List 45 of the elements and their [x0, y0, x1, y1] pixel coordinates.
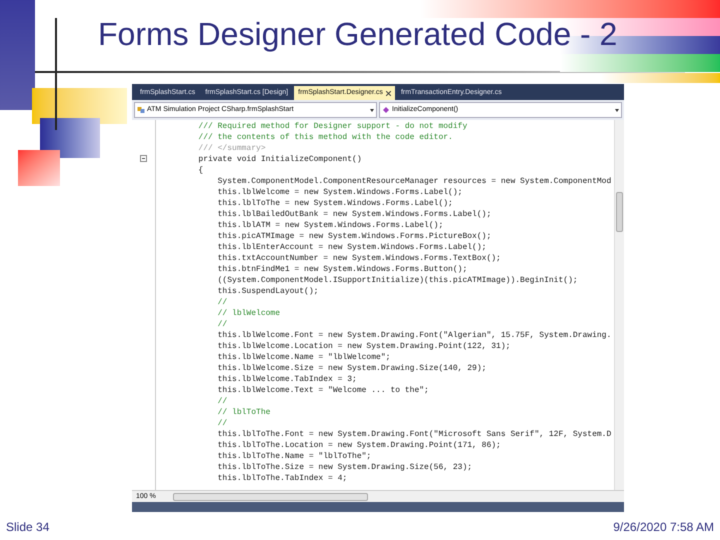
code-line: this.picATMImage = new System.Windows.Forms.PictureBox();	[216, 231, 492, 242]
scrollbar-thumb[interactable]	[616, 192, 623, 232]
slide-date: 9/26/2020 7:58 AM	[613, 519, 714, 536]
code-line: this.lblToThe = new System.Windows.Forms.Label();	[216, 198, 454, 209]
vertical-scrollbar[interactable]	[614, 120, 624, 490]
code-line: this.lblWelcome.Size = new System.Drawing.Size(140, 29);	[216, 363, 488, 374]
code-line: //	[216, 396, 228, 407]
code-line: this.lblWelcome = new System.Windows.Forms.Label();	[216, 187, 464, 198]
code-line: // lblWelcome	[216, 308, 282, 319]
dropdown-arrow-icon	[615, 108, 619, 112]
code-line: // lblToThe	[216, 407, 272, 418]
code-line: ((System.ComponentModel.ISupportInitialize)(this.picATMImage)).BeginInit();	[216, 275, 579, 286]
code-line: {	[197, 165, 204, 176]
code-line: this.lblWelcome.Font = new System.Drawing.Font("Algerian", 15.75F, System.Drawing.	[216, 330, 612, 341]
code-line: this.lblWelcome.Location = new System.Drawing.Point(122, 31);	[216, 341, 512, 352]
code-line: this.lblToThe.Font = new System.Drawing.Font("Microsoft Sans Serif", 12F, System.D	[216, 429, 612, 440]
code-line: this.lblWelcome.TabIndex = 3;	[216, 374, 358, 385]
horizontal-scrollbar-thumb[interactable]	[172, 492, 368, 500]
code-line: this.lblToThe.Name = "lblToThe";	[216, 451, 372, 462]
code-line: /// Required method for Designer support - do not modify	[197, 121, 468, 132]
code-line: System.ComponentModel.ComponentResourceManager resources = new System.ComponentMod	[216, 176, 612, 187]
code-line: this.lblToThe.Location = new System.Drawing.Point(171, 86);	[216, 440, 502, 451]
code-line: this.SuspendLayout();	[216, 286, 320, 297]
code-line: //	[216, 297, 228, 308]
code-line: this.lblToThe.Size = new System.Drawing.Size(56, 23);	[216, 462, 474, 473]
code-line: this.lblWelcome.Name = "lblWelcome";	[216, 352, 392, 363]
code-line: //	[216, 319, 228, 330]
code-line: this.lblATM = new System.Windows.Forms.Label();	[216, 220, 444, 231]
code-line: /// the contents of this method with the code editor.	[197, 132, 454, 143]
code-line: /// </summary>	[197, 143, 267, 154]
class-icon	[137, 106, 145, 114]
code-line: this.lblBailedOutBank = new System.Windows.Forms.Label();	[216, 209, 492, 220]
code-line: this.btnFindMe1 = new System.Windows.Forms.Button();	[216, 264, 468, 275]
slide-title: Forms Designer Generated Code - 2	[98, 15, 618, 54]
close-icon[interactable]	[386, 90, 391, 96]
code-line: private void InitializeComponent()	[197, 154, 363, 165]
code-line: this.txtAccountNumber = new System.Windows.Forms.TextBox();	[216, 253, 502, 264]
code-line: //	[216, 418, 228, 429]
method-icon	[382, 106, 390, 114]
code-line: this.lblWelcome.Text = "Welcome ... to the";	[216, 385, 430, 396]
code-line: this.lblEnterAccount = new System.Windows.Forms.Label();	[216, 242, 488, 253]
collapse-icon[interactable]	[140, 155, 147, 162]
slide-number: Slide 34	[6, 519, 50, 536]
code-line: this.lblToThe.TabIndex = 4;	[216, 473, 348, 484]
dropdown-arrow-icon	[370, 108, 374, 112]
